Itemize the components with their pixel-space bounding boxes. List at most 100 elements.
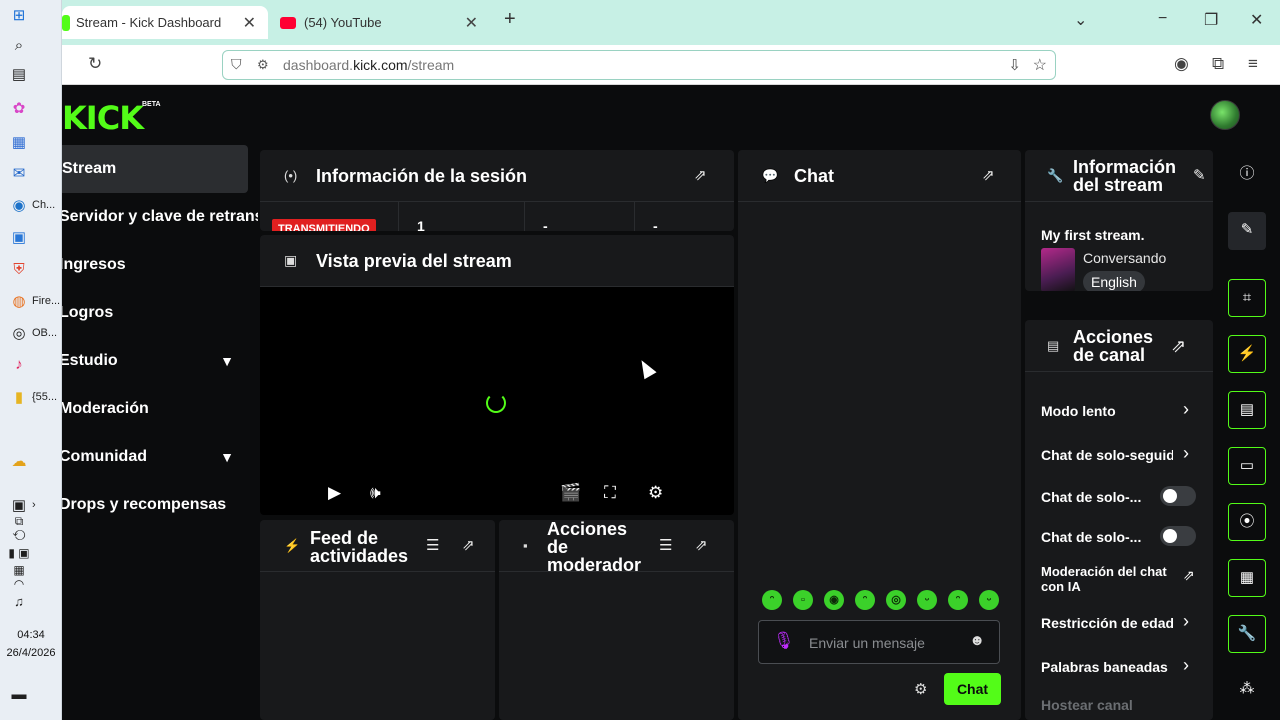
chat-bubble-icon[interactable]: ▭ (1228, 447, 1266, 485)
emote-icon[interactable]: ᵕ (979, 590, 999, 610)
emote-icon[interactable]: ᵕ (917, 590, 937, 610)
reload-icon[interactable]: ↻ (88, 54, 102, 74)
action-age-restriction[interactable]: Restricción de edad (1041, 615, 1173, 631)
close-tab-icon[interactable]: ✕ (465, 13, 478, 33)
fullscreen-icon[interactable]: ⛶ (604, 483, 616, 503)
notes-icon[interactable]: ▤ (1228, 391, 1266, 429)
url-bar[interactable]: ⛉ ⚙ dashboard.kick.com/stream ⇩ ☆ (222, 50, 1056, 80)
filter-icon[interactable]: ☰ (659, 536, 672, 554)
layout-icon[interactable]: ▦ (1228, 559, 1266, 597)
taskbar-obs[interactable]: ◎ OB... (0, 322, 62, 344)
search-icon[interactable]: ⌕ (0, 34, 62, 56)
close-window-icon[interactable]: ✕ (1250, 10, 1263, 30)
sidebar-item-moderation[interactable]: Moderación (62, 385, 248, 433)
tray-icons-row1[interactable]: ▣ › (0, 494, 62, 516)
settings-gear-icon[interactable]: ⚙ (648, 483, 663, 503)
external-link-icon[interactable]: ⇗ (1183, 567, 1195, 584)
close-tab-icon[interactable]: ✕ (243, 13, 256, 33)
user-avatar[interactable] (1210, 100, 1240, 130)
chevron-right-icon[interactable]: › (1183, 655, 1189, 676)
tab-kick-dashboard[interactable]: Stream - Kick Dashboard ✕ (62, 6, 268, 39)
emoji-icon[interactable]: ☻ (969, 632, 985, 649)
task-view-icon[interactable]: ▤ (0, 63, 62, 85)
taskbar-folder[interactable]: ▮ {55... (0, 386, 62, 408)
sidebar-item-community[interactable]: Comunidad ▼ (62, 433, 248, 481)
emotes-only-toggle[interactable] (1160, 526, 1196, 546)
sidebar-item-income[interactable]: Ingresos (62, 241, 248, 289)
wifi-icon[interactable]: ▦ ◠ (0, 563, 62, 591)
clock-time[interactable]: 04:34 (0, 629, 62, 641)
store-icon[interactable]: ▦ (0, 131, 62, 153)
bolt-icon[interactable]: ⚡ (1228, 335, 1266, 373)
emote-icon[interactable]: ▫ (793, 590, 813, 610)
chevron-right-icon[interactable]: › (1183, 443, 1189, 464)
chat-settings-icon[interactable]: ⚙ (914, 680, 927, 698)
emote-icon[interactable]: ◉ (824, 590, 844, 610)
menu-icon[interactable]: ≡ (1248, 54, 1258, 74)
emote-icon[interactable]: ◎ (886, 590, 906, 610)
subs-only-toggle[interactable] (1160, 486, 1196, 506)
notifications-icon[interactable]: ▬ (0, 683, 62, 705)
install-app-icon[interactable]: ⇩ (1008, 56, 1021, 74)
sidebar-item-studio[interactable]: Estudio ▼ (62, 337, 248, 385)
page-settings-icon[interactable]: ⚙ (257, 57, 269, 73)
url-text[interactable]: dashboard.kick.com/stream (283, 57, 454, 73)
clock-date[interactable]: 26/4/2026 (0, 647, 62, 659)
sidebar-item-drops[interactable]: Drops y recompensas (62, 481, 248, 529)
expand-icon[interactable]: ⇗ (695, 536, 708, 554)
expand-icon[interactable]: ⇗ (982, 166, 995, 184)
info-icon[interactable]: ⓘ (1228, 156, 1266, 194)
sidebar-item-server-key[interactable]: Servidor y clave de retransmisión (62, 193, 258, 241)
expand-icon[interactable]: ⇗ (462, 536, 475, 554)
tray-icons-row3[interactable]: ▮ ▣ (0, 542, 62, 564)
action-host-channel[interactable]: Hostear canal (1041, 697, 1209, 713)
brave-icon[interactable]: ⛨ (0, 258, 62, 280)
kick-logo[interactable]: KICK (62, 99, 144, 137)
new-tab-icon[interactable]: + (504, 8, 516, 31)
taskbar-chrome[interactable]: ◉ Ch... (0, 194, 62, 216)
account-icon[interactable]: ◉ (1174, 54, 1189, 74)
action-subs-only[interactable]: Chat de solo-... (1041, 489, 1151, 505)
minimize-icon[interactable]: − (1158, 10, 1167, 28)
copilot-icon[interactable]: ✿ (0, 97, 62, 119)
volume-icon[interactable]: ♫ (0, 590, 62, 612)
action-ai-moderation[interactable]: Moderación del chat con IA (1041, 564, 1171, 594)
chevron-right-icon[interactable]: › (1183, 611, 1189, 632)
action-followers-only[interactable]: Chat de solo-seguidores (1041, 447, 1173, 463)
nodes-icon[interactable]: ⁂ (1228, 671, 1266, 709)
restore-icon[interactable]: ❐ (1204, 10, 1218, 30)
weather-icon[interactable]: ☁ (0, 450, 62, 472)
volume-icon[interactable]: 🕪 (370, 483, 381, 503)
bookmark-star-icon[interactable]: ☆ (1033, 55, 1047, 75)
send-chat-button[interactable]: Chat (944, 673, 1001, 705)
play-icon[interactable]: ▶ (328, 483, 341, 503)
extensions-icon[interactable]: ⧉ (1212, 54, 1224, 74)
broadcast-icon[interactable]: ⦿ (1228, 503, 1266, 541)
chat-message-input[interactable]: 🎙 Enviar un mensaje ☻ (758, 620, 1000, 664)
sidebar-item-stream[interactable]: Stream (62, 145, 248, 193)
clip-icon[interactable]: 🎬 (560, 483, 581, 503)
filter-icon[interactable]: ☰ (426, 536, 439, 554)
sidebar-item-achievements[interactable]: Logros (62, 289, 248, 337)
tiktok-icon[interactable]: ♪ (0, 353, 62, 375)
windows-icon[interactable]: ⊞ (0, 4, 62, 26)
emote-icon[interactable]: ᵔ (855, 590, 875, 610)
expand-icon[interactable]: ⇗ (1171, 336, 1186, 357)
wrench-icon[interactable]: 🔧 (1228, 615, 1266, 653)
emote-icon[interactable]: ᵔ (762, 590, 782, 610)
pencil-icon[interactable]: ✎ (1228, 212, 1266, 250)
edit-pencil-icon[interactable]: ✎ (1193, 166, 1206, 184)
shield-icon[interactable]: ⛉ (231, 56, 242, 73)
tab-list-chevron-icon[interactable]: ⌄ (1074, 10, 1087, 30)
expand-icon[interactable]: ⇗ (694, 166, 707, 184)
tray-icons-row2[interactable]: ⧉ ⟲ (0, 514, 62, 543)
scan-icon[interactable]: ⌗ (1228, 279, 1266, 317)
microphone-icon[interactable]: 🎙 (773, 631, 795, 651)
tab-youtube[interactable]: (54) YouTube ✕ (280, 6, 490, 39)
photos-icon[interactable]: ▣ (0, 226, 62, 248)
taskbar-firefox[interactable]: ◍ Fire... (0, 290, 62, 312)
outlook-icon[interactable]: ✉ (0, 162, 62, 184)
chevron-right-icon[interactable]: › (1183, 399, 1189, 420)
action-emotes-only[interactable]: Chat de solo-... (1041, 529, 1151, 545)
emote-icon[interactable]: ᵔ (948, 590, 968, 610)
